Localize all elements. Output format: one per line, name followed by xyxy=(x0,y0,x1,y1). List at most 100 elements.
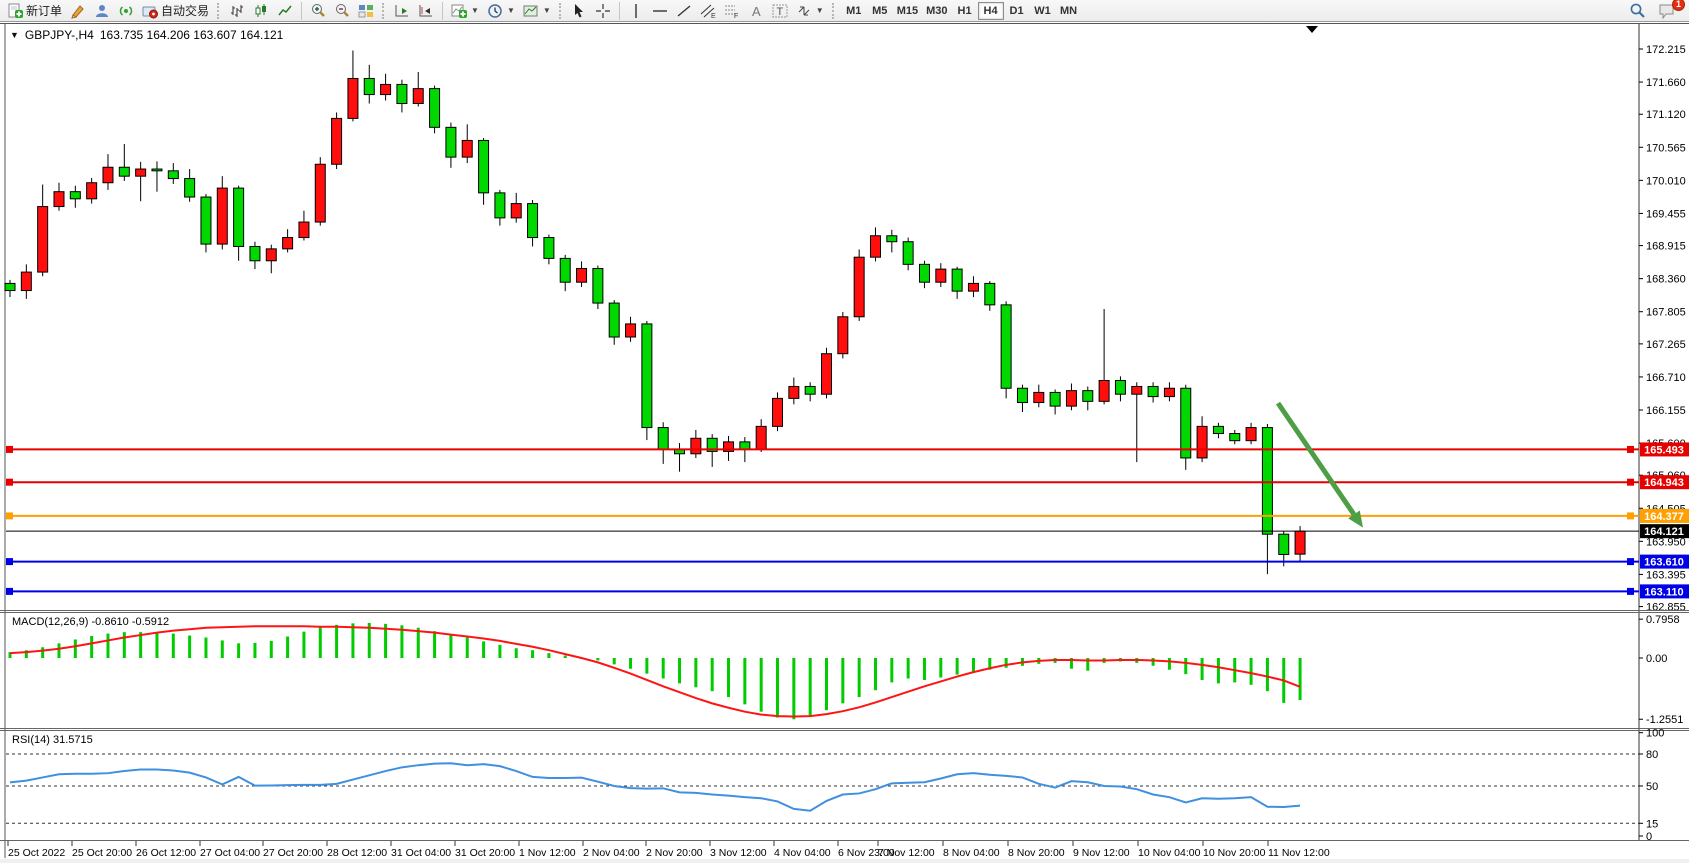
timeframe-W1[interactable]: W1 xyxy=(1030,2,1056,20)
macd-histogram-bar xyxy=(645,658,648,674)
add-indicator-icon xyxy=(451,3,467,19)
macd-histogram-bar xyxy=(678,658,681,683)
crosshair-button[interactable] xyxy=(592,1,614,21)
timeframe-M30[interactable]: M30 xyxy=(922,2,951,20)
time-tick-label: 8 Nov 20:00 xyxy=(1008,847,1065,859)
text-label-button[interactable]: T xyxy=(769,1,791,21)
timeframe-D1[interactable]: D1 xyxy=(1004,2,1030,20)
candle-body xyxy=(217,188,227,244)
timeframe-H4[interactable]: H4 xyxy=(978,2,1004,20)
text-button[interactable]: A xyxy=(745,1,767,21)
candle-body xyxy=(38,207,48,273)
notifications-button[interactable]: 1 xyxy=(1655,1,1679,21)
macd-histogram-bar xyxy=(1266,658,1269,691)
toolbar-separator xyxy=(301,2,302,20)
candle-body xyxy=(919,264,929,282)
line-chart-button[interactable] xyxy=(274,1,296,21)
collapse-icon[interactable]: ▼ xyxy=(10,30,19,40)
symbol-period: GBPJPY-,H4 xyxy=(25,28,94,42)
price-tick-label: 171.660 xyxy=(1646,77,1686,89)
candle-body xyxy=(626,324,636,337)
contacts-button[interactable] xyxy=(91,1,113,21)
tile-windows-button[interactable] xyxy=(355,1,377,21)
toolbar-grip xyxy=(559,3,563,19)
candle-body xyxy=(854,257,864,317)
candle-body xyxy=(1230,434,1240,441)
level-label: 165.493 xyxy=(1644,444,1684,456)
zoom-out-button[interactable] xyxy=(331,1,353,21)
candle-body xyxy=(1132,386,1142,394)
candle-body xyxy=(495,193,505,218)
chart-background xyxy=(0,22,1689,863)
auto-trading-label: 自动交易 xyxy=(161,2,209,19)
vertical-line-button[interactable] xyxy=(625,1,647,21)
bar-chart-icon xyxy=(229,3,245,19)
timeframe-H1[interactable]: H1 xyxy=(952,2,978,20)
candle-body xyxy=(658,428,668,449)
candle-body xyxy=(1164,388,1174,396)
macd-histogram-bar xyxy=(515,648,518,658)
candle-body xyxy=(1279,534,1289,554)
macd-histogram-bar xyxy=(890,658,893,682)
auto-scroll-button[interactable] xyxy=(391,1,413,21)
fibonacci-button[interactable]: F xyxy=(721,1,743,21)
candle-body xyxy=(1295,531,1305,554)
clock-icon xyxy=(487,3,503,19)
text-icon: A xyxy=(748,3,764,19)
line-anchor xyxy=(6,512,13,519)
macd-indicator-label: MACD(12,26,9) -0.8610 -0.5912 xyxy=(12,616,169,628)
price-tick-label: 172.215 xyxy=(1646,44,1686,56)
chart-title: ▼ GBPJPY-,H4 163.735 164.206 163.607 164… xyxy=(10,28,283,42)
cursor-button[interactable] xyxy=(568,1,590,21)
macd-histogram-bar xyxy=(907,658,910,678)
timeframe-MN[interactable]: MN xyxy=(1056,2,1082,20)
candle-body xyxy=(1017,388,1027,402)
candle-body xyxy=(822,354,832,395)
macd-histogram-bar xyxy=(41,647,44,658)
new-order-icon xyxy=(7,3,23,19)
candle-body xyxy=(54,192,64,207)
horizontal-line-button[interactable] xyxy=(649,1,671,21)
macd-histogram-bar xyxy=(662,658,665,678)
signal-button[interactable] xyxy=(115,1,137,21)
chart-canvas[interactable]: 172.215171.660171.120170.565170.010169.4… xyxy=(0,22,1689,863)
bar-chart-button[interactable] xyxy=(226,1,248,21)
rsi-tick-label: 15 xyxy=(1646,818,1658,830)
macd-tick-label: -1.2551 xyxy=(1646,714,1683,726)
status-strip xyxy=(0,859,1689,863)
search-button[interactable] xyxy=(1626,1,1649,21)
candle-body xyxy=(773,398,783,426)
level-label: 164.943 xyxy=(1644,477,1684,489)
styler-button[interactable] xyxy=(67,1,89,21)
equidistant-channel-button[interactable]: E xyxy=(697,1,719,21)
template-icon xyxy=(523,3,539,19)
candle-body xyxy=(446,127,456,157)
candle-body xyxy=(1213,426,1223,433)
arrows-button[interactable]: ▼ xyxy=(793,1,827,21)
chart-shift-icon xyxy=(418,3,434,19)
price-tick-label: 162.855 xyxy=(1646,602,1686,614)
candle-body xyxy=(332,118,342,164)
macd-histogram-bar xyxy=(1201,658,1204,680)
periods-button[interactable]: ▼ xyxy=(484,1,518,21)
channel-icon: E xyxy=(700,3,716,19)
timeframe-M1[interactable]: M1 xyxy=(841,2,867,20)
time-tick-label: 2 Nov 20:00 xyxy=(646,847,703,859)
candle-body xyxy=(968,283,978,291)
candlestick-chart-button[interactable] xyxy=(250,1,272,21)
candle-body xyxy=(609,303,619,337)
candle-body xyxy=(1181,388,1191,458)
auto-trading-button[interactable]: 自动交易 xyxy=(139,1,212,21)
chart-shift-button[interactable] xyxy=(415,1,437,21)
add-indicator-button[interactable]: ▼ xyxy=(448,1,482,21)
timeframe-M5[interactable]: M5 xyxy=(867,2,893,20)
new-order-button[interactable]: 新订单 xyxy=(4,1,65,21)
toolbar-grip xyxy=(832,3,836,19)
trendline-button[interactable] xyxy=(673,1,695,21)
main-toolbar: 新订单 自动交易 xyxy=(0,0,1689,22)
templates-button[interactable]: ▼ xyxy=(520,1,554,21)
candle-body xyxy=(511,204,521,218)
timeframe-M15[interactable]: M15 xyxy=(893,2,922,20)
zoom-in-button[interactable] xyxy=(307,1,329,21)
price-tick-label: 169.455 xyxy=(1646,208,1686,220)
